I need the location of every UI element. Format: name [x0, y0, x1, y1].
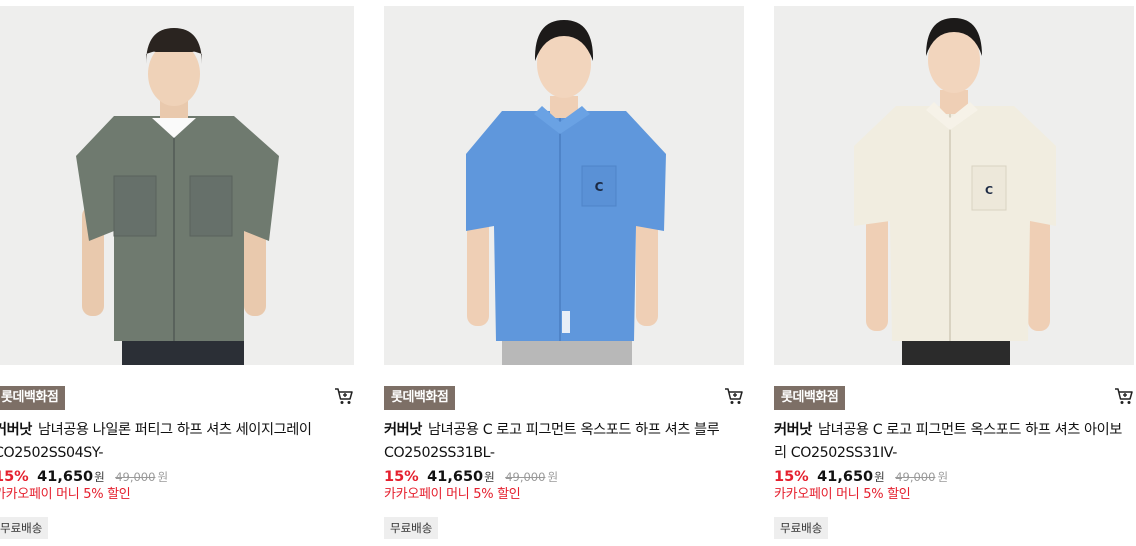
original-price: 49,000 [115, 470, 156, 484]
brand-name: 커버낫 [774, 422, 812, 438]
cart-icon[interactable] [1114, 387, 1134, 405]
shipping-badge: 무료배송 [384, 517, 439, 539]
promo-text: 카카오페이 머니 5% 할인 [774, 487, 911, 502]
price-row: 15% 41,650원 49,000원 [384, 467, 558, 487]
price-unit: 원 [94, 470, 105, 484]
shipping-badge: 무료배송 [774, 517, 829, 539]
original-price-unit: 원 [157, 470, 169, 484]
store-badge: 롯데백화점 [0, 386, 66, 410]
shipping-badge: 무료배송 [0, 517, 49, 539]
original-price-unit: 원 [937, 470, 949, 484]
sale-price: 41,650 [37, 469, 94, 485]
price-unit: 원 [484, 470, 495, 484]
discount-rate: 15% [774, 469, 809, 485]
original-price: 49,000 [895, 470, 936, 484]
product-card[interactable]: C 롯데백화점 커버낫 남녀공용 C 로고 피그먼트 옥스포드 하프 셔츠 블루 … [384, 0, 746, 546]
brand-name: 커버낫 [0, 422, 32, 438]
price-row: 15% 41,650원 49,000원 [774, 467, 948, 487]
store-badge: 롯데백화점 [774, 386, 846, 410]
svg-text:C: C [985, 184, 993, 197]
price-unit: 원 [874, 470, 885, 484]
product-title[interactable]: 커버낫 남녀공용 나일론 퍼티그 하프 셔츠 세이지그레이 CO2502SS04S… [0, 419, 352, 465]
discount-rate: 15% [384, 469, 419, 485]
product-photo[interactable] [0, 6, 354, 365]
original-price: 49,000 [505, 470, 546, 484]
promo-text: 카카오페이 머니 5% 할인 [0, 487, 131, 502]
product-photo[interactable]: C [774, 6, 1134, 365]
store-badge: 롯데백화점 [384, 386, 456, 410]
product-name: 남녀공용 C 로고 피그먼트 옥스포드 하프 셔츠 아이보리 CO2502SS3… [774, 422, 1122, 461]
cart-icon[interactable] [724, 387, 744, 405]
promo-text: 카카오페이 머니 5% 할인 [384, 487, 521, 502]
sale-price: 41,650 [817, 469, 874, 485]
brand-name: 커버낫 [384, 422, 422, 438]
product-card[interactable]: C 롯데백화점 커버낫 남녀공용 C 로고 피그먼트 옥스포드 하프 셔츠 아이보… [774, 0, 1136, 546]
cart-icon[interactable] [334, 387, 354, 405]
sale-price: 41,650 [427, 469, 484, 485]
product-title[interactable]: 커버낫 남녀공용 C 로고 피그먼트 옥스포드 하프 셔츠 블루 CO2502SS… [384, 419, 742, 465]
product-title[interactable]: 커버낫 남녀공용 C 로고 피그먼트 옥스포드 하프 셔츠 아이보리 CO2502… [774, 419, 1132, 465]
product-name: 남녀공용 C 로고 피그먼트 옥스포드 하프 셔츠 블루 CO2502SS31B… [384, 422, 720, 461]
product-photo[interactable]: C [384, 6, 744, 365]
product-card[interactable]: 롯데백화점 커버낫 남녀공용 나일론 퍼티그 하프 셔츠 세이지그레이 CO250… [0, 0, 356, 546]
product-name: 남녀공용 나일론 퍼티그 하프 셔츠 세이지그레이 CO2502SS04SY- [0, 422, 312, 461]
discount-rate: 15% [0, 469, 29, 485]
original-price-unit: 원 [547, 470, 559, 484]
svg-text:C: C [595, 180, 604, 194]
price-row: 15% 41,650원 49,000원 [0, 467, 168, 487]
